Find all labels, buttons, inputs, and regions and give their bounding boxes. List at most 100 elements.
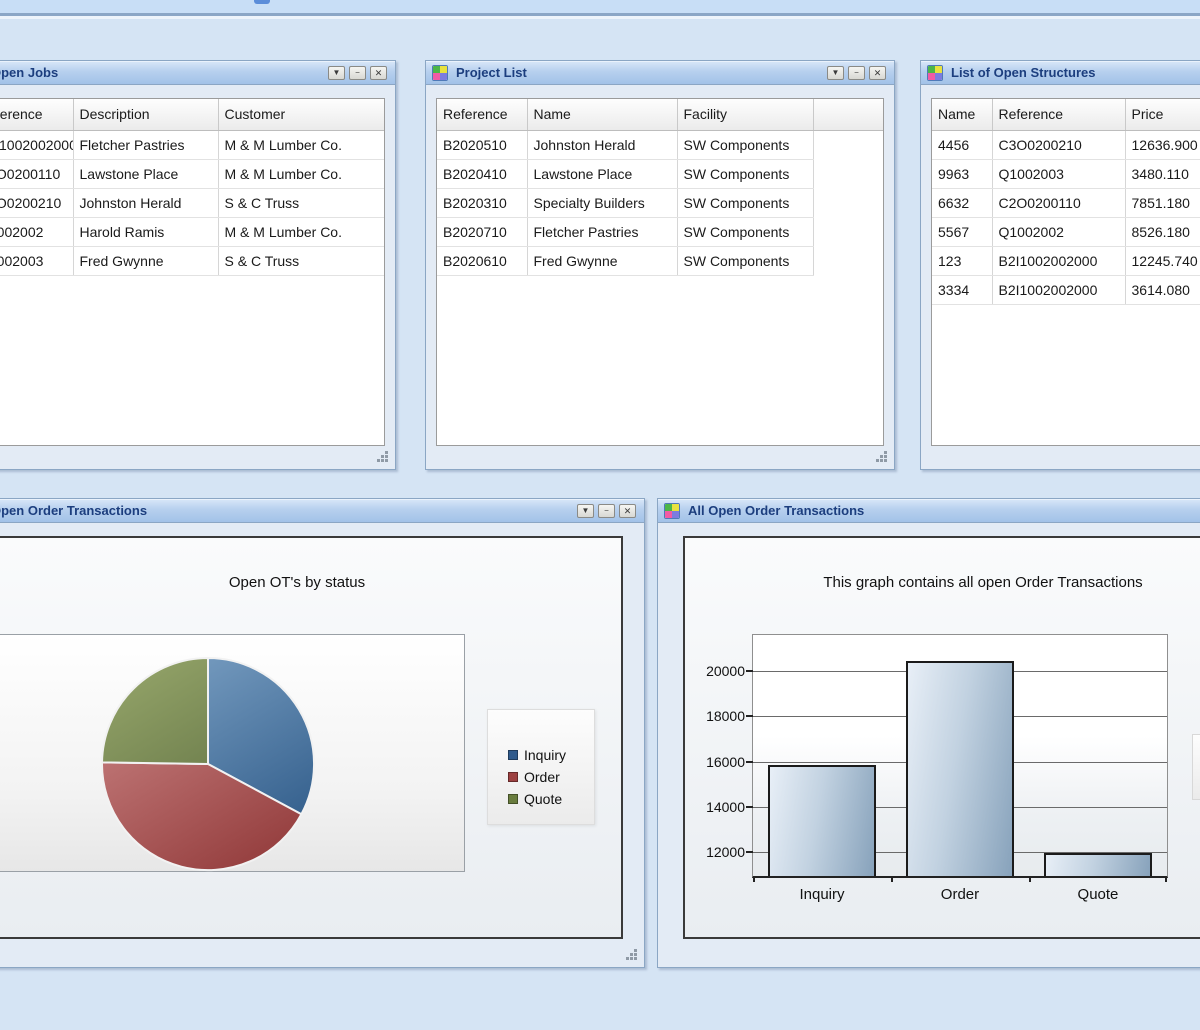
table-row[interactable]: 5567Q10020028526.180 <box>932 217 1200 246</box>
cell: 8526.180 <box>1125 217 1200 246</box>
table-row[interactable]: B2020610Fred GwynneSW Components <box>437 246 883 275</box>
project-list-tablebox: ReferenceNameFacility B2020510Johnston H… <box>436 98 884 446</box>
panel-all-open-order-transactions-titlebar[interactable]: All Open Order Transactions <box>658 499 1200 523</box>
panel-content: NameReferencePrice 4456C3O020021012636.9… <box>921 86 1200 469</box>
project-list-table[interactable]: ReferenceNameFacility B2020510Johnston H… <box>437 99 883 276</box>
table-row[interactable]: B2020410Lawstone PlaceSW Components <box>437 159 883 188</box>
resize-grip[interactable] <box>875 450 888 463</box>
panel-open-order-transactions-titlebar[interactable]: Open Order Transactions ▼−✕ <box>0 499 644 523</box>
table-row[interactable]: Q1002003Fred GwynneS & C Truss <box>0 246 384 275</box>
cell: 9963 <box>932 159 992 188</box>
dashboard-desktop: Open Jobs ▼−✕ ReferenceDescriptionCustom… <box>0 0 1200 1030</box>
window-controls: ▼−✕ <box>827 66 886 80</box>
x-axis-tick <box>891 876 893 882</box>
table-row[interactable]: B2I1002002000Fletcher PastriesM & M Lumb… <box>0 130 384 159</box>
open-structures-tablebox: NameReferencePrice 4456C3O020021012636.9… <box>931 98 1200 446</box>
table-row[interactable]: C2O0200110Lawstone PlaceM & M Lumber Co. <box>0 159 384 188</box>
cell: Q1002003 <box>992 159 1125 188</box>
clipped-toolbar-icon <box>254 0 270 4</box>
column-header[interactable]: Description <box>73 99 218 130</box>
pie-legend: InquiryOrderQuote <box>487 709 595 825</box>
x-axis-tick <box>1029 876 1031 882</box>
resize-grip[interactable] <box>625 948 638 961</box>
cell: 3334 <box>932 275 992 304</box>
bar-chartbox: This graph contains all open Order Trans… <box>683 536 1200 939</box>
table-row[interactable]: B2020310Specialty BuildersSW Components <box>437 188 883 217</box>
pie-slice-quote <box>102 658 208 764</box>
table-row[interactable]: 3334B2I10020020003614.080 <box>932 275 1200 304</box>
legend-swatch-order <box>508 772 518 782</box>
cell: SW Components <box>677 217 813 246</box>
legend-label: Order <box>524 769 560 785</box>
table-row[interactable]: 123B2I100200200012245.740 <box>932 246 1200 275</box>
column-header[interactable]: Price <box>1125 99 1200 130</box>
panel-project-list: Project List ▼−✕ ReferenceNameFacility B… <box>425 60 895 470</box>
minimize-button[interactable]: − <box>598 504 615 518</box>
y-axis-tick <box>746 670 753 672</box>
cell: SW Components <box>677 159 813 188</box>
bar-plot-area: 1200014000160001800020000InquiryOrderQuo… <box>752 634 1168 878</box>
cell-filler <box>813 217 883 246</box>
column-header[interactable]: Facility <box>677 99 813 130</box>
legend-label: Quote <box>524 791 562 807</box>
cell: Fred Gwynne <box>73 246 218 275</box>
open-structures-table[interactable]: NameReferencePrice 4456C3O020021012636.9… <box>932 99 1200 305</box>
column-header[interactable]: Customer <box>218 99 384 130</box>
table-row[interactable]: 9963Q10020033480.110 <box>932 159 1200 188</box>
column-header[interactable]: Name <box>932 99 992 130</box>
header-row: ReferenceDescriptionCustomer <box>0 99 384 130</box>
column-header[interactable]: Name <box>527 99 677 130</box>
minimize-button[interactable]: − <box>349 66 366 80</box>
cell: 12636.900 <box>1125 130 1200 159</box>
legend-swatch-quote <box>508 794 518 804</box>
legend-swatch-inquiry <box>508 750 518 760</box>
cell-filler <box>813 188 883 217</box>
window-controls: ▼−✕ <box>328 66 387 80</box>
panel-open-jobs-titlebar[interactable]: Open Jobs ▼−✕ <box>0 61 395 85</box>
cell: B2020510 <box>437 130 527 159</box>
x-axis-label: Order <box>891 886 1029 903</box>
panel-open-structures-titlebar[interactable]: List of Open Structures <box>921 61 1200 85</box>
panel-project-list-titlebar[interactable]: Project List ▼−✕ <box>426 61 894 85</box>
resize-grip[interactable] <box>376 450 389 463</box>
column-header[interactable]: Reference <box>437 99 527 130</box>
dropdown-button[interactable]: ▼ <box>577 504 594 518</box>
cell: SW Components <box>677 130 813 159</box>
cell: Q1002002 <box>992 217 1125 246</box>
bar-chart-title: This graph contains all open Order Trans… <box>685 574 1200 591</box>
table-row[interactable]: 4456C3O020021012636.900 <box>932 130 1200 159</box>
cell: C3O0200210 <box>0 188 73 217</box>
cell: B2020710 <box>437 217 527 246</box>
column-header[interactable]: Reference <box>992 99 1125 130</box>
pie-chart <box>0 635 466 873</box>
cell: 12245.740 <box>1125 246 1200 275</box>
close-button[interactable]: ✕ <box>370 66 387 80</box>
close-button[interactable]: ✕ <box>619 504 636 518</box>
close-button[interactable]: ✕ <box>869 66 886 80</box>
dropdown-button[interactable]: ▼ <box>328 66 345 80</box>
dropdown-button[interactable]: ▼ <box>827 66 844 80</box>
window-icon <box>432 65 448 81</box>
table-row[interactable]: B2020710Fletcher PastriesSW Components <box>437 217 883 246</box>
cell: Specialty Builders <box>527 188 677 217</box>
table-row[interactable]: 6632C2O02001107851.180 <box>932 188 1200 217</box>
pie-plot-area <box>0 634 465 872</box>
cell: Johnston Herald <box>527 130 677 159</box>
open-jobs-table[interactable]: ReferenceDescriptionCustomer B2I10020020… <box>0 99 384 276</box>
column-header[interactable]: Reference <box>0 99 73 130</box>
table-row[interactable]: Q1002002Harold RamisM & M Lumber Co. <box>0 217 384 246</box>
cell: Fletcher Pastries <box>73 130 218 159</box>
cell: S & C Truss <box>218 188 384 217</box>
cell: B2I1002002000 <box>992 246 1125 275</box>
minimize-button[interactable]: − <box>848 66 865 80</box>
cell: 4456 <box>932 130 992 159</box>
panel-title: List of Open Structures <box>951 65 1095 80</box>
table-row[interactable]: C3O0200210Johnston HeraldS & C Truss <box>0 188 384 217</box>
table-row[interactable]: B2020510Johnston HeraldSW Components <box>437 130 883 159</box>
header-row: ReferenceNameFacility <box>437 99 883 130</box>
y-axis-label: 12000 <box>689 844 745 860</box>
y-axis-label: 16000 <box>689 754 745 770</box>
cell: 5567 <box>932 217 992 246</box>
panel-open-structures: List of Open Structures NameReferencePri… <box>920 60 1200 470</box>
cell: M & M Lumber Co. <box>218 130 384 159</box>
